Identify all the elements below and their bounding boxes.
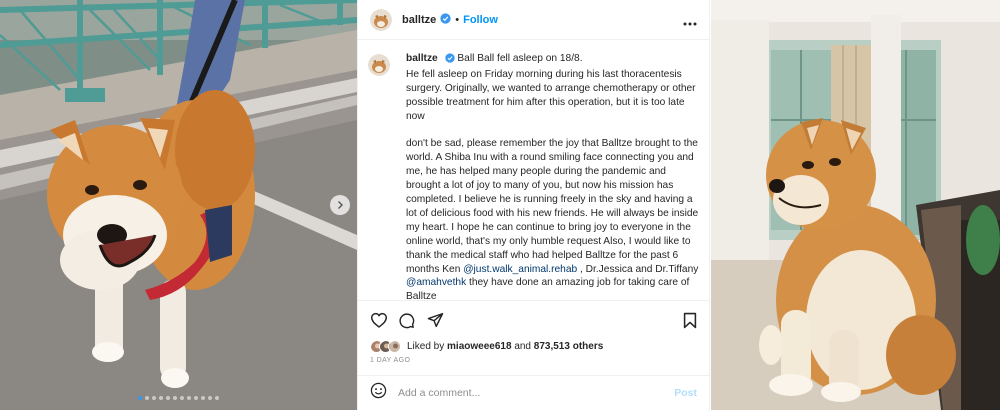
comment-icon[interactable] (398, 312, 415, 334)
bookmark-icon[interactable] (683, 312, 697, 334)
mention-link-amahvethk[interactable]: @amahvethk (406, 277, 466, 288)
liked-by-user[interactable]: miaoweee618 (447, 341, 512, 352)
carousel-dot (166, 396, 170, 400)
comment-input[interactable] (398, 387, 668, 399)
post-comment-button[interactable]: Post (674, 387, 697, 399)
author-avatar[interactable] (370, 8, 392, 31)
carousel-indicator (0, 396, 357, 400)
likes-connector: and (514, 341, 531, 352)
carousel-dot (215, 396, 219, 400)
carousel-dot (194, 396, 198, 400)
more-options-icon[interactable] (683, 13, 697, 31)
emoji-icon[interactable] (370, 382, 387, 404)
post-photo-carousel[interactable] (0, 0, 357, 410)
carousel-dot (201, 396, 205, 400)
mention-link-rehab[interactable]: @just.walk_animal.rehab (463, 264, 577, 275)
caption-verified-badge-icon (444, 53, 455, 68)
heart-icon[interactable] (370, 312, 388, 333)
post-panel: balltze • Follow balltze Ball Ball fell … (357, 0, 710, 410)
post-caption: balltze Ball Ball fell asleep on 18/8. H… (368, 52, 703, 302)
caption-paragraph-2: don't be sad, please remember the joy th… (406, 138, 699, 275)
header-separator: • (455, 13, 460, 26)
shiba-on-bridge-photo (0, 0, 357, 410)
caption-author-avatar[interactable] (368, 54, 390, 76)
carousel-dot (159, 396, 163, 400)
carousel-dot (138, 396, 142, 400)
post-timestamp[interactable]: 1 DAY AGO (370, 357, 410, 364)
liker-avatars[interactable] (370, 340, 401, 353)
carousel-dot (173, 396, 177, 400)
carousel-dot (187, 396, 191, 400)
caption-paragraph-1: He fell asleep on Friday morning during … (406, 68, 696, 122)
carousel-dot (180, 396, 184, 400)
author-username[interactable]: balltze (402, 14, 436, 26)
sitting-shiba-photo (711, 0, 1000, 410)
post-header: balltze • Follow (358, 0, 709, 40)
verified-badge-icon (440, 11, 451, 29)
action-bar (358, 300, 709, 344)
carousel-dot (208, 396, 212, 400)
comment-composer: Post (358, 375, 709, 410)
likes-prefix: Liked by (407, 341, 445, 352)
caption-headline: Ball Ball fell asleep on 18/8. (457, 53, 583, 64)
caption-text: balltze Ball Ball fell asleep on 18/8. H… (406, 52, 703, 302)
carousel-dot (152, 396, 156, 400)
chevron-right-icon (338, 201, 343, 209)
likes-count[interactable]: 873,513 others (534, 341, 604, 352)
caption-username[interactable]: balltze (406, 53, 438, 64)
caption-paragraph-2-cont: , Dr.Jessica and Dr.Tiffany (577, 263, 699, 275)
carousel-dot (145, 396, 149, 400)
carousel-next-button[interactable] (330, 195, 350, 215)
follow-button[interactable]: Follow (463, 14, 498, 26)
likes-summary: Liked by miaoweee618 and 873,513 others (370, 340, 603, 353)
share-icon[interactable] (427, 312, 444, 333)
